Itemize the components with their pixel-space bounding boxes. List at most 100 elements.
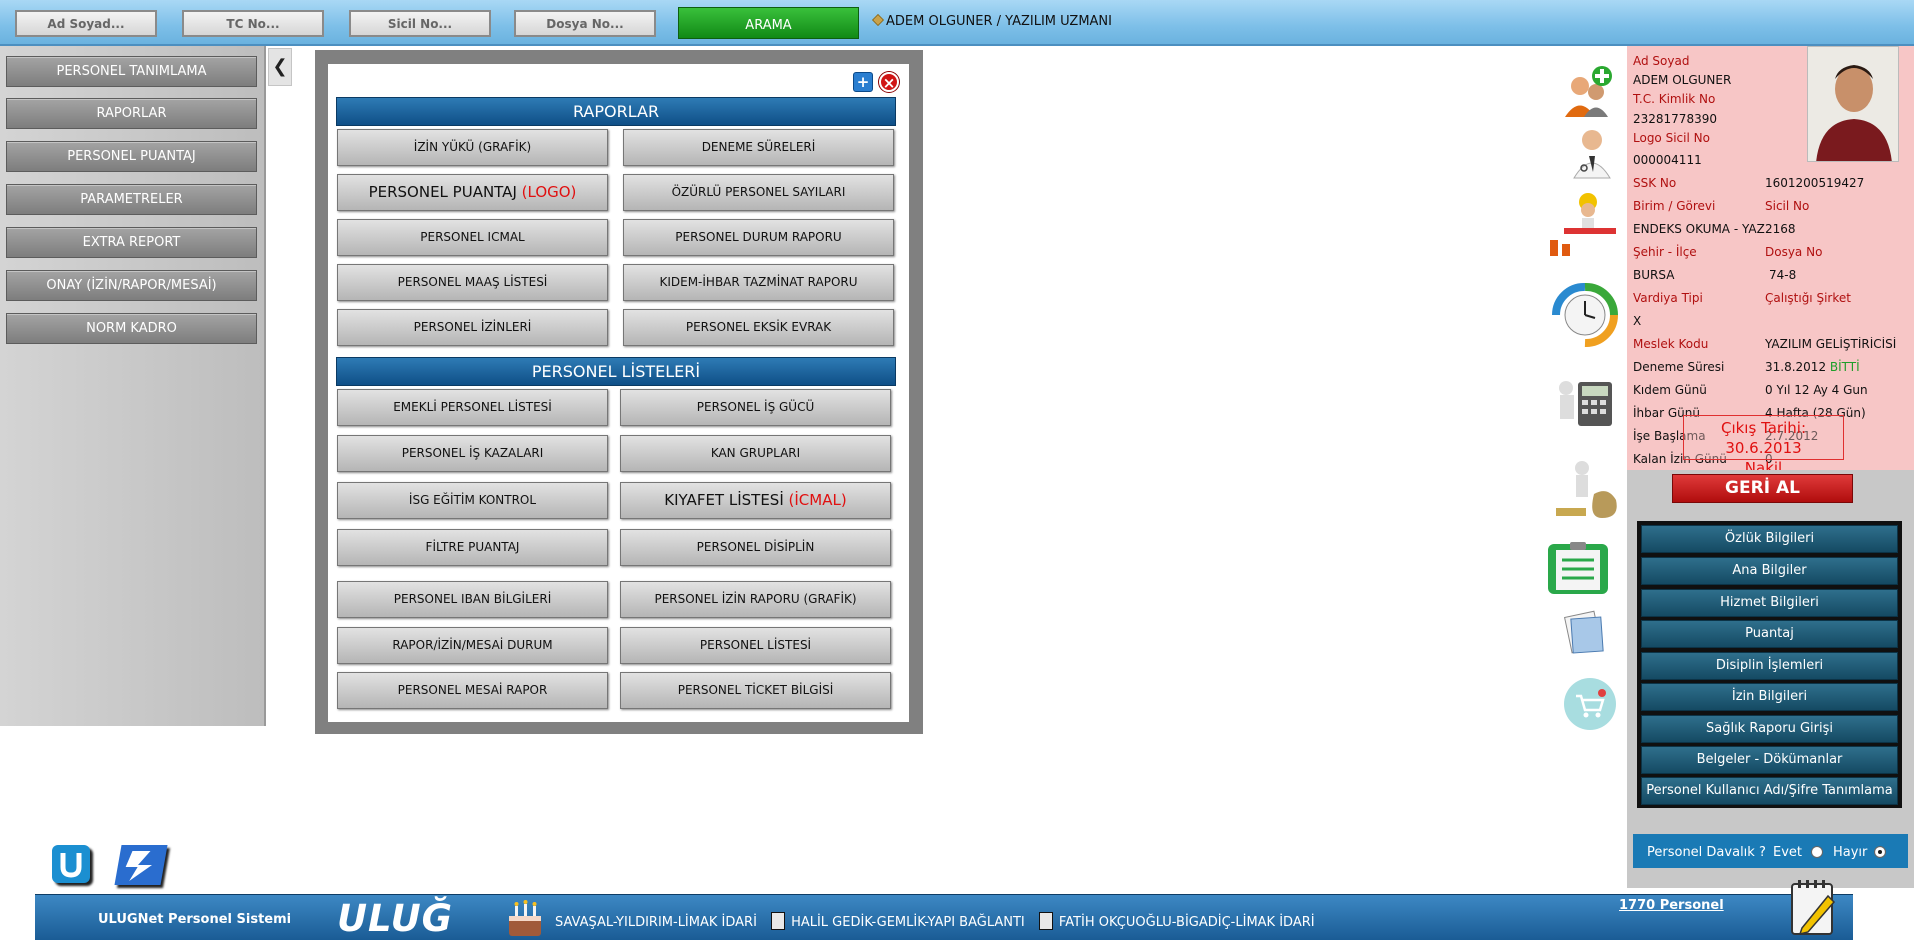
davalik-no-label: Hayır [1833, 845, 1868, 860]
notepad-icon[interactable] [1788, 878, 1838, 936]
name-search-input[interactable] [15, 10, 157, 37]
list-mesai-rapor[interactable]: PERSONEL MESAİ RAPOR [337, 672, 608, 709]
davalik-no-radio[interactable] [1874, 846, 1886, 858]
section-raporlar-title: RAPORLAR [336, 97, 896, 126]
sicil-search-input[interactable] [349, 10, 491, 37]
pin-icon [872, 14, 884, 26]
close-icon[interactable]: × [879, 72, 899, 92]
section-personel-listeleri-title: PERSONEL LİSTELERİ [336, 357, 896, 386]
clipboard-icon[interactable] [1546, 540, 1610, 596]
birthday-cake-icon [509, 900, 541, 936]
report-personel-puantaj-logo[interactable]: PERSONEL PUANTAJ (LOGO) [337, 174, 608, 211]
list-ticket-bilgisi[interactable]: PERSONEL TİCKET BİLGİSİ [620, 672, 891, 709]
search-button[interactable]: ARAMA [678, 7, 859, 39]
exit-door-icon [771, 912, 786, 930]
clock-icon[interactable] [1546, 280, 1624, 350]
list-izin-raporu-grafik[interactable]: PERSONEL İZİN RAPORU (GRAFİK) [620, 581, 891, 618]
label-meslek: Meslek Kodu [1633, 337, 1709, 351]
list-iban-bilgileri[interactable]: PERSONEL IBAN BİLGİLERİ [337, 581, 608, 618]
value-vardiya: X [1633, 314, 1642, 328]
list-rapor-izin-mesai[interactable]: RAPOR/İZİN/MESAİ DURUM [337, 627, 608, 664]
value-deneme: 31.8.2012 BİTTİ [1765, 360, 1860, 374]
report-personel-maas[interactable]: PERSONEL MAAŞ LİSTESİ [337, 264, 608, 301]
menu-hizmet-bilgileri[interactable]: Hizmet Bilgileri [1641, 589, 1898, 617]
current-user-label: ADEM OLGUNER / YAZILIM UZMANI [886, 14, 1112, 29]
report-label-highlight: (LOGO) [521, 183, 577, 201]
value-tc: 23281778390 [1633, 112, 1717, 126]
logo-b-icon [125, 851, 152, 881]
left-sidebar: PERSONEL TANIMLAMA RAPORLAR PERSONEL PUA… [0, 46, 266, 726]
deneme-status-badge: BİTTİ [1829, 360, 1860, 374]
report-kidem-ihbar[interactable]: KIDEM-İHBAR TAZMİNAT RAPORU [623, 264, 894, 301]
calculator-icon[interactable] [1548, 368, 1624, 432]
list-kan-gruplari[interactable]: KAN GRUPLARI [620, 435, 891, 472]
nav-raporlar[interactable]: RAPORLAR [6, 98, 257, 129]
list-label: KIYAFET LİSTESİ [664, 491, 789, 509]
folder-documents-icon[interactable] [1562, 608, 1608, 656]
money-bag-icon[interactable] [1550, 456, 1624, 524]
list-personel-listesi[interactable]: PERSONEL LİSTESİ [620, 627, 891, 664]
company-logo-u [52, 845, 90, 883]
system-name: ULUGNet Personel Sistemi [98, 912, 292, 927]
nav-norm-kadro[interactable]: NORM KADRO [6, 313, 257, 344]
value-sicil: 2168 [1765, 222, 1796, 236]
list-kiyafet-icmal[interactable]: KIYAFET LİSTESİ (İCMAL) [620, 482, 891, 519]
add-user-icon[interactable] [1560, 62, 1620, 122]
nav-personel-puantaj[interactable]: PERSONEL PUANTAJ [6, 141, 257, 172]
report-personel-izinleri[interactable]: PERSONEL İZİNLERİ [337, 309, 608, 346]
avatar [1808, 47, 1898, 161]
report-ozurlu-personel[interactable]: ÖZÜRLÜ PERSONEL SAYILARI [623, 174, 894, 211]
exit-date-notice: Çıkış Tarihi: 30.6.2013 Nakil [1683, 415, 1844, 477]
list-emekli-personel[interactable]: EMEKLİ PERSONEL LİSTESİ [337, 389, 608, 426]
label-kidem: Kıdem Günü [1633, 383, 1707, 397]
dosya-search-input[interactable] [514, 10, 656, 37]
list-isg-egitim[interactable]: İSG EĞİTİM KONTROL [337, 482, 608, 519]
report-personel-durum[interactable]: PERSONEL DURUM RAPORU [623, 219, 894, 256]
birthday-list: SAVAŞAL-YILDIRIM-LİMAK İDARİ HALİL GEDİK… [555, 912, 1315, 930]
doctor-icon[interactable] [1562, 122, 1622, 182]
tc-search-input[interactable] [182, 10, 324, 37]
list-is-kazalari[interactable]: PERSONEL İŞ KAZALARI [337, 435, 608, 472]
value-birim: ENDEKS OKUMA - YAZ [1633, 222, 1765, 236]
label-sicil: Sicil No [1765, 199, 1810, 213]
menu-ana-bilgiler[interactable]: Ana Bilgiler [1641, 557, 1898, 585]
nav-personel-tanimlama[interactable]: PERSONEL TANIMLAMA [6, 56, 257, 87]
list-personel-is-gucu[interactable]: PERSONEL İŞ GÜCÜ [620, 389, 891, 426]
report-eksik-evrak[interactable]: PERSONEL EKSİK EVRAK [623, 309, 894, 346]
nav-parametreler[interactable]: PARAMETRELER [6, 184, 257, 215]
menu-belgeler[interactable]: Belgeler - Dökümanlar [1641, 746, 1898, 774]
report-izin-yuku[interactable]: İZİN YÜKÜ (GRAFİK) [337, 129, 608, 166]
davalik-yes-label: Evet [1773, 845, 1803, 860]
report-deneme-sureleri[interactable]: DENEME SÜRELERİ [623, 129, 894, 166]
menu-kullanici-sifre[interactable]: Personel Kullanıcı Adı/Şifre Tanımlama [1641, 777, 1898, 805]
personnel-count-link[interactable]: 1770 Personel [1619, 898, 1724, 913]
menu-izin-bilgileri[interactable]: İzin Bilgileri [1641, 683, 1898, 711]
close-glyph: × [882, 74, 896, 92]
add-glyph: + [856, 73, 870, 91]
list-filtre-puantaj[interactable]: FİLTRE PUANTAJ [337, 529, 608, 566]
report-personel-icmal[interactable]: PERSONEL ICMAL [337, 219, 608, 256]
nav-onay[interactable]: ONAY (İZİN/RAPOR/MESAİ) [6, 270, 257, 301]
profile-photo [1807, 46, 1899, 162]
chevron-left-icon: ❮ [272, 56, 288, 77]
brand-logo-text: ULUĞ [337, 897, 454, 940]
geri-al-button[interactable]: GERİ AL [1672, 474, 1853, 503]
menu-saglik-raporu[interactable]: Sağlık Raporu Girişi [1641, 715, 1898, 743]
value-sehir: BURSA [1633, 268, 1675, 282]
value-ad-soyad: ADEM OLGUNER [1633, 73, 1732, 87]
value-meslek: YAZILIM GELİŞTİRİCİSİ [1765, 337, 1897, 351]
list-personel-disiplin[interactable]: PERSONEL DİSİPLİN [620, 529, 891, 566]
add-icon[interactable]: + [853, 72, 873, 92]
shopping-cart-icon[interactable] [1562, 676, 1618, 732]
label-tc: T.C. Kimlik No [1633, 92, 1716, 106]
construction-worker-icon[interactable] [1544, 188, 1624, 260]
value-ssk: 1601200519427 [1765, 176, 1865, 190]
app-root: ARAMA ADEM OLGUNER / YAZILIM UZMANI PERS… [0, 0, 1914, 940]
menu-ozluk-bilgileri[interactable]: Özlük Bilgileri [1641, 525, 1898, 553]
menu-puantaj[interactable]: Puantaj [1641, 620, 1898, 648]
davalik-yes-radio[interactable] [1811, 846, 1823, 858]
davalik-row: Personel Davalık ? Evet Hayır [1633, 834, 1908, 868]
collapse-sidebar-button[interactable]: ❮ [268, 48, 292, 86]
menu-disiplin-islemleri[interactable]: Disiplin İşlemleri [1641, 652, 1898, 680]
nav-extra-report[interactable]: EXTRA REPORT [6, 227, 257, 258]
